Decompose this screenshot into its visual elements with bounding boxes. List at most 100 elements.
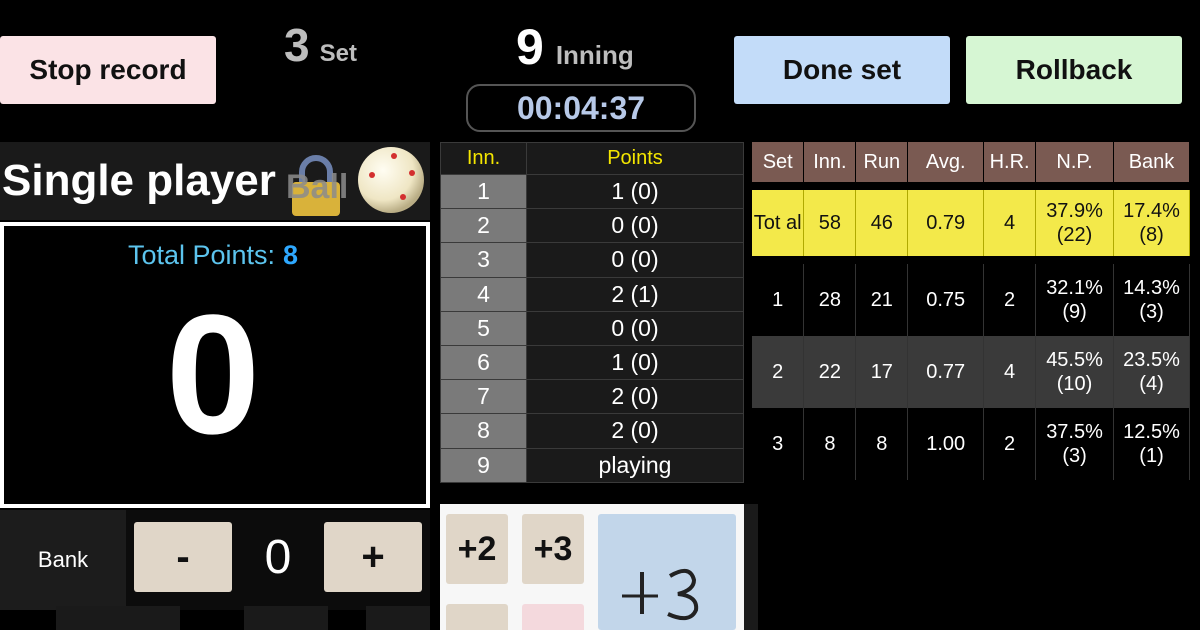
cue-ball-icon[interactable] bbox=[356, 145, 426, 215]
stats-cell: 46 bbox=[855, 190, 909, 256]
inning-number-cell: 4 bbox=[440, 276, 527, 312]
innings-row[interactable]: 72 (0) bbox=[440, 379, 744, 415]
set-statistics-table: Set Inn. Run Avg. H.R. N.P. Bank Tot al … bbox=[752, 142, 1190, 480]
innings-row[interactable]: 42 (1) bbox=[440, 276, 744, 312]
inning-number-cell: 1 bbox=[440, 173, 527, 210]
inning-points-cell: 2 (1) bbox=[526, 276, 744, 312]
stats-header-bank: Bank bbox=[1113, 142, 1190, 182]
stats-cell: 17.4% (8) bbox=[1113, 190, 1190, 256]
bottom-strip-segment[interactable] bbox=[366, 606, 430, 630]
stats-cell: 2 bbox=[752, 336, 805, 408]
stats-cell: Tot al bbox=[752, 190, 805, 256]
innings-row[interactable]: 9 playing bbox=[440, 447, 744, 483]
total-points: Total Points: 8 bbox=[0, 240, 426, 271]
stats-cell: 22 bbox=[803, 336, 857, 408]
inning-number-cell: 9 bbox=[440, 447, 527, 483]
innings-row[interactable]: 61 (0) bbox=[440, 344, 744, 381]
stats-cell: 0.75 bbox=[907, 264, 985, 336]
stats-cell: 2 bbox=[983, 264, 1037, 336]
inning-points-cell: 2 (0) bbox=[526, 379, 744, 415]
stats-cell: 8 bbox=[803, 408, 857, 480]
stats-cell: 4 bbox=[983, 336, 1037, 408]
stats-cell: 0.77 bbox=[907, 336, 985, 408]
stats-cell: 8 bbox=[855, 408, 909, 480]
stats-cell: 58 bbox=[803, 190, 857, 256]
stats-cell: 1.00 bbox=[907, 408, 985, 480]
bank-plus-button[interactable]: + bbox=[324, 522, 422, 592]
done-set-button[interactable]: Done set bbox=[734, 36, 950, 104]
innings-header-inn: Inn. bbox=[440, 142, 527, 175]
inning-points-cell: 0 (0) bbox=[526, 310, 744, 346]
stats-cell: 1 bbox=[752, 264, 805, 336]
stats-header-np: N.P. bbox=[1035, 142, 1115, 182]
inning-counter: 9 Inning bbox=[516, 18, 634, 76]
bottom-strip-segment[interactable] bbox=[244, 606, 328, 630]
innings-row[interactable]: 50 (0) bbox=[440, 310, 744, 346]
stats-cell: 23.5% (4) bbox=[1113, 336, 1190, 408]
stats-cell: 0.79 bbox=[907, 190, 985, 256]
stats-cell: 45.5% (10) bbox=[1035, 336, 1115, 408]
plus-two-button[interactable]: +2 bbox=[446, 514, 508, 584]
inning-number-cell: 7 bbox=[440, 379, 527, 415]
bank-value: 0 bbox=[264, 530, 292, 584]
stats-header-avg: Avg. bbox=[907, 142, 985, 182]
stats-cell: 2 bbox=[983, 408, 1037, 480]
inning-number-cell: 5 bbox=[440, 310, 527, 346]
stats-cell: 37.5% (3) bbox=[1035, 408, 1115, 480]
stats-cell: 14.3% (3) bbox=[1113, 264, 1190, 336]
stats-cell: 4 bbox=[983, 190, 1037, 256]
bottom-strip-segment[interactable] bbox=[56, 606, 180, 630]
ball-label: Ball bbox=[286, 168, 349, 206]
player-name: Single player bbox=[2, 156, 276, 205]
inning-number: 9 bbox=[516, 19, 544, 75]
innings-row[interactable]: 11 (0) bbox=[440, 173, 744, 210]
bank-minus-button[interactable]: - bbox=[134, 522, 232, 592]
game-timer: 00:04:37 bbox=[466, 84, 696, 132]
inning-points-cell: 2 (0) bbox=[526, 413, 744, 449]
stats-header-set: Set bbox=[752, 142, 805, 182]
innings-header-points: Points bbox=[526, 142, 744, 175]
stats-cell: 12.5% (1) bbox=[1113, 408, 1190, 480]
stop-record-button[interactable]: Stop record bbox=[0, 36, 216, 104]
handwriting-input-pad[interactable] bbox=[598, 514, 736, 630]
handwriting-strokes bbox=[622, 568, 699, 621]
inning-points-cell: 0 (0) bbox=[526, 208, 744, 244]
stats-set-row[interactable]: 1 28 21 0.75 2 32.1% (9) 14.3% (3) bbox=[752, 264, 1190, 336]
current-score: 0 bbox=[165, 280, 261, 470]
keypad-button[interactable] bbox=[446, 604, 508, 630]
stats-cell: 32.1% (9) bbox=[1035, 264, 1115, 336]
bottom-control-strip bbox=[56, 606, 430, 630]
stats-set-row[interactable]: 3 8 8 1.00 2 37.5% (3) 12.5% (1) bbox=[752, 408, 1190, 480]
total-points-value: 8 bbox=[283, 240, 299, 270]
stats-cell: 28 bbox=[803, 264, 857, 336]
inning-number-cell: 3 bbox=[440, 242, 527, 278]
inning-number-cell: 8 bbox=[440, 413, 527, 449]
stats-header-inn: Inn. bbox=[803, 142, 857, 182]
set-number: 3 bbox=[284, 19, 310, 71]
panel-divider bbox=[744, 504, 758, 630]
stats-cell: 17 bbox=[855, 336, 909, 408]
innings-table: Inn. Points 11 (0) 20 (0) 30 (0) 42 (1) … bbox=[440, 142, 744, 483]
stats-cell: 3 bbox=[752, 408, 805, 480]
total-points-label: Total Points: bbox=[127, 240, 276, 270]
set-counter: 3 Set bbox=[284, 18, 357, 72]
stats-set-row[interactable]: 2 22 17 0.77 4 45.5% (10) 23.5% (4) bbox=[752, 336, 1190, 408]
stats-header-hr: H.R. bbox=[983, 142, 1037, 182]
set-label: Set bbox=[319, 40, 357, 67]
stats-cell: 37.9% (22) bbox=[1035, 190, 1115, 256]
inning-label: Inning bbox=[555, 40, 634, 70]
stats-cell: 21 bbox=[855, 264, 909, 336]
plus-three-button[interactable]: +3 bbox=[522, 514, 584, 584]
inning-points-cell: 1 (0) bbox=[526, 344, 744, 381]
stats-total-row[interactable]: Tot al 58 46 0.79 4 37.9% (22) 17.4% (8) bbox=[752, 190, 1190, 256]
innings-row[interactable]: 30 (0) bbox=[440, 242, 744, 278]
inning-number-cell: 2 bbox=[440, 208, 527, 244]
inning-points-cell: playing bbox=[526, 447, 744, 483]
inning-points-cell: 1 (0) bbox=[526, 173, 744, 210]
innings-row[interactable]: 20 (0) bbox=[440, 208, 744, 244]
rollback-button[interactable]: Rollback bbox=[966, 36, 1182, 104]
innings-row[interactable]: 82 (0) bbox=[440, 413, 744, 449]
inning-number-cell: 6 bbox=[440, 344, 527, 381]
stats-header-run: Run bbox=[855, 142, 909, 182]
keypad-button[interactable] bbox=[522, 604, 584, 630]
